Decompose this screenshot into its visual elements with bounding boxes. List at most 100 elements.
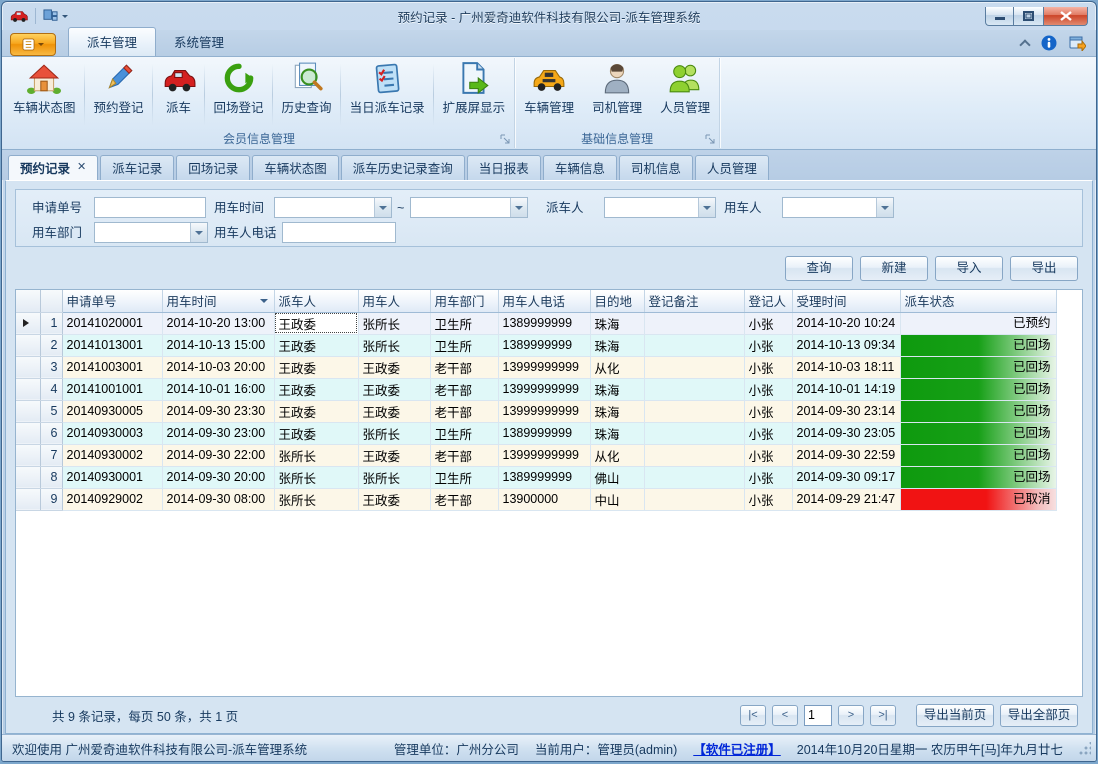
row-number-cell[interactable]: 4 — [40, 378, 62, 400]
cell-user[interactable]: 张所长 — [358, 422, 430, 444]
doc-tab-1[interactable]: 预约记录✕ — [8, 155, 98, 180]
cell-use_time[interactable]: 2014-09-30 08:00 — [162, 488, 274, 510]
cell-remark[interactable] — [644, 466, 744, 488]
cell-use_time[interactable]: 2014-10-01 16:00 — [162, 378, 274, 400]
doc-tab-2[interactable]: 派车记录 — [100, 155, 174, 180]
cell-phone[interactable]: 1389999999 — [498, 334, 590, 356]
column-header-dept[interactable]: 用车部门 — [430, 290, 498, 312]
cell-dept[interactable]: 老干部 — [430, 488, 498, 510]
cell-user[interactable]: 张所长 — [358, 466, 430, 488]
cell-order_no[interactable]: 20141013001 — [62, 334, 162, 356]
cell-accept_time[interactable]: 2014-09-29 21:47 — [792, 488, 900, 510]
prev-page-button[interactable]: < — [772, 705, 798, 726]
doc-tab-7[interactable]: 车辆信息 — [543, 155, 617, 180]
ribbon-button-vehicle-mgmt[interactable]: 车辆管理 — [515, 58, 583, 130]
info-icon[interactable] — [1041, 35, 1057, 51]
column-header-registrar[interactable]: 登记人 — [744, 290, 792, 312]
export-button[interactable]: 导出 — [1010, 256, 1078, 281]
column-header-use_time[interactable]: 用车时间 — [162, 290, 274, 312]
cell-user[interactable]: 王政委 — [358, 356, 430, 378]
doc-tab-6[interactable]: 当日报表 — [467, 155, 541, 180]
cell-use_time[interactable]: 2014-09-30 23:00 — [162, 422, 274, 444]
row-number-cell[interactable]: 3 — [40, 356, 62, 378]
minimize-button[interactable] — [985, 7, 1014, 26]
ribbon-button-reservation[interactable]: 预约登记 — [85, 58, 153, 130]
table-row[interactable]: 4201410010012014-10-01 16:00王政委王政委老干部139… — [16, 378, 1056, 400]
sort-dropdown-icon[interactable] — [260, 299, 268, 307]
resize-grip-icon[interactable] — [1079, 742, 1091, 755]
first-page-button[interactable]: |< — [740, 705, 766, 726]
cell-order_no[interactable]: 20140930002 — [62, 444, 162, 466]
cell-user[interactable]: 王政委 — [358, 400, 430, 422]
dropdown-arrow-icon[interactable] — [698, 198, 715, 217]
skin-style-icon[interactable] — [1069, 35, 1086, 51]
table-row[interactable]: 6201409300032014-09-30 23:00王政委张所长卫生所138… — [16, 422, 1056, 444]
doc-tab-4[interactable]: 车辆状态图 — [252, 155, 339, 180]
row-number-cell[interactable]: 6 — [40, 422, 62, 444]
cell-registrar[interactable]: 小张 — [744, 466, 792, 488]
dispatcher-combo[interactable] — [604, 197, 716, 218]
row-indicator-cell[interactable] — [16, 422, 40, 444]
cell-dispatcher[interactable]: 王政委 — [274, 422, 358, 444]
cell-order_no[interactable]: 20140930003 — [62, 422, 162, 444]
dept-combo[interactable] — [94, 222, 208, 243]
collapse-ribbon-icon[interactable] — [1019, 39, 1030, 50]
cell-dept[interactable]: 老干部 — [430, 444, 498, 466]
export-current-page-button[interactable]: 导出当前页 — [916, 704, 994, 727]
cell-accept_time[interactable]: 2014-09-30 23:14 — [792, 400, 900, 422]
next-page-button[interactable]: > — [838, 705, 864, 726]
cell-dept[interactable]: 老干部 — [430, 356, 498, 378]
cell-accept_time[interactable]: 2014-09-30 22:59 — [792, 444, 900, 466]
ribbon-button-extended-screen[interactable]: 扩展屏显示 — [434, 58, 515, 130]
cell-phone[interactable]: 13999999999 — [498, 378, 590, 400]
dropdown-arrow-icon[interactable] — [190, 223, 207, 242]
column-header-status[interactable]: 派车状态 — [900, 290, 1056, 312]
table-row[interactable]: 1201410200012014-10-20 13:00王政委张所长卫生所138… — [16, 312, 1056, 334]
cell-dispatcher[interactable]: 王政委 — [274, 334, 358, 356]
cell-phone[interactable]: 13999999999 — [498, 400, 590, 422]
create-button[interactable]: 新建 — [860, 256, 928, 281]
cell-registrar[interactable]: 小张 — [744, 488, 792, 510]
cell-remark[interactable] — [644, 488, 744, 510]
cell-user[interactable]: 王政委 — [358, 488, 430, 510]
ribbon-button-return[interactable]: 回场登记 — [205, 58, 273, 130]
row-indicator-cell[interactable] — [16, 400, 40, 422]
cell-accept_time[interactable]: 2014-10-20 10:24 — [792, 312, 900, 334]
cell-user[interactable]: 张所长 — [358, 312, 430, 334]
row-indicator-cell[interactable] — [16, 466, 40, 488]
cell-registrar[interactable]: 小张 — [744, 444, 792, 466]
row-number-cell[interactable]: 9 — [40, 488, 62, 510]
cell-use_time[interactable]: 2014-10-03 20:00 — [162, 356, 274, 378]
use-time-from-combo[interactable] — [274, 197, 392, 218]
cell-dest[interactable]: 从化 — [590, 356, 644, 378]
ribbon-button-history-query[interactable]: 历史查询 — [273, 58, 341, 130]
cell-registrar[interactable]: 小张 — [744, 422, 792, 444]
column-header-phone[interactable]: 用车人电话 — [498, 290, 590, 312]
cell-status[interactable]: 已回场 — [900, 422, 1056, 444]
license-registered-link[interactable]: 【软件已注册】 — [693, 739, 781, 758]
cell-order_no[interactable]: 20140929002 — [62, 488, 162, 510]
cell-remark[interactable] — [644, 378, 744, 400]
cell-registrar[interactable]: 小张 — [744, 400, 792, 422]
doc-tab-5[interactable]: 派车历史记录查询 — [341, 155, 465, 180]
search-button[interactable]: 查询 — [785, 256, 853, 281]
quick-access-windows-icon[interactable] — [43, 9, 58, 24]
cell-dispatcher[interactable]: 王政委 — [274, 400, 358, 422]
cell-status[interactable]: 已回场 — [900, 444, 1056, 466]
cell-dispatcher[interactable]: 王政委 — [274, 312, 358, 334]
cell-remark[interactable] — [644, 444, 744, 466]
cell-use_time[interactable]: 2014-09-30 22:00 — [162, 444, 274, 466]
cell-dest[interactable]: 珠海 — [590, 378, 644, 400]
cell-phone[interactable]: 13900000 — [498, 488, 590, 510]
cell-dept[interactable]: 卫生所 — [430, 466, 498, 488]
cell-order_no[interactable]: 20141001001 — [62, 378, 162, 400]
order-no-input[interactable] — [94, 197, 206, 218]
row-indicator-cell[interactable] — [16, 444, 40, 466]
cell-accept_time[interactable]: 2014-10-03 18:11 — [792, 356, 900, 378]
column-header-dispatcher[interactable]: 派车人 — [274, 290, 358, 312]
cell-dest[interactable]: 珠海 — [590, 334, 644, 356]
cell-accept_time[interactable]: 2014-09-30 09:17 — [792, 466, 900, 488]
last-page-button[interactable]: >| — [870, 705, 896, 726]
cell-dept[interactable]: 卫生所 — [430, 312, 498, 334]
table-row[interactable]: 9201409290022014-09-30 08:00张所长王政委老干部139… — [16, 488, 1056, 510]
